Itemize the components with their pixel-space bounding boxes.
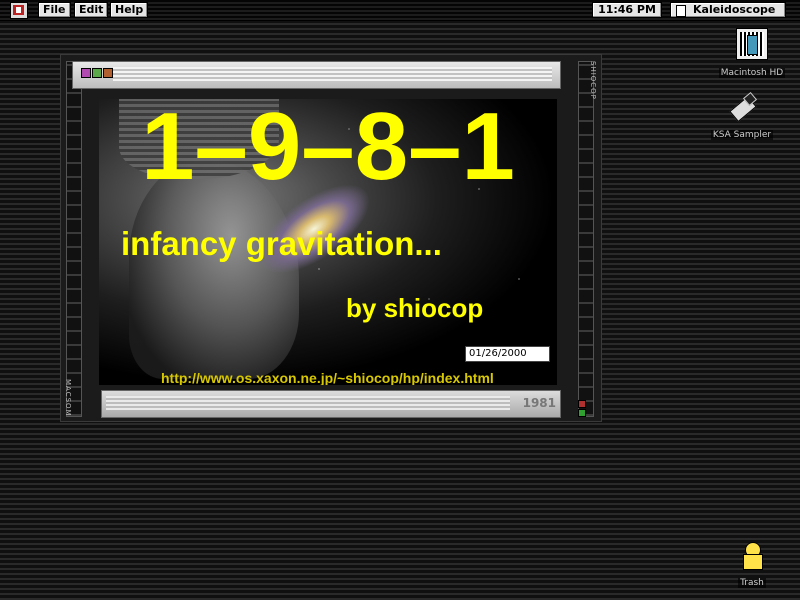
menu-help[interactable]: Help (110, 2, 149, 18)
red-indicator-icon (578, 400, 586, 408)
bottom-bar-ridges (106, 396, 510, 410)
menu-file[interactable]: File (38, 2, 71, 18)
desktop-icon-ksa-sampler[interactable]: KSA Sampler (697, 92, 787, 141)
homepage-link[interactable]: http://www.os.xaxon.ne.jp/~shiocop/hp/in… (161, 370, 494, 385)
bottom-year-mark: 1981 (522, 396, 556, 410)
desktop-icon-trash[interactable]: Trash (707, 540, 797, 589)
title-bar-ridges (113, 67, 552, 81)
trash-icon (737, 540, 767, 570)
apple-menu-icon[interactable] (10, 2, 28, 19)
application-menu-label: Kaleidoscope (693, 3, 776, 16)
byline-text: by shiocop (346, 293, 484, 323)
kaleidoscope-window: MACSOM SHIOCOP 1–9–8–1 infancy gravitati… (60, 54, 602, 422)
close-box-icon[interactable] (81, 68, 91, 78)
bottom-bar: 1981 (101, 390, 561, 418)
date-field: 01/26/2000 (465, 346, 550, 362)
menu-edit[interactable]: Edit (74, 2, 109, 18)
application-menu[interactable]: Kaleidoscope (670, 2, 786, 18)
left-window-frame (66, 61, 82, 417)
right-window-frame (578, 61, 594, 417)
desktop-icon-label: Macintosh HD (718, 68, 786, 78)
menu-clock[interactable]: 11:46 PM (592, 2, 662, 18)
hard-disk-icon (736, 28, 768, 60)
application-icon (676, 5, 686, 17)
content-area: 1–9–8–1 infancy gravitation... by shioco… (99, 99, 557, 385)
left-frame-label: MACSOM (64, 379, 72, 417)
desktop-icon-label: Trash (738, 578, 766, 588)
collapse-box-icon[interactable] (103, 68, 113, 78)
right-frame-label: SHIOCOP (589, 61, 597, 100)
green-indicator-icon (578, 409, 586, 417)
desktop-icon-label: KSA Sampler (710, 130, 774, 140)
desktop-icon-macintosh-hd[interactable]: Macintosh HD (707, 28, 797, 79)
title-bar[interactable] (72, 61, 561, 89)
pencil-tool-icon (727, 92, 757, 122)
menu-bar: File Edit Help 11:46 PM Kaleidoscope (0, 0, 800, 21)
zoom-box-icon[interactable] (92, 68, 102, 78)
headline-year: 1–9–8–1 (141, 99, 515, 200)
subtitle-text: infancy gravitation... (121, 225, 442, 262)
